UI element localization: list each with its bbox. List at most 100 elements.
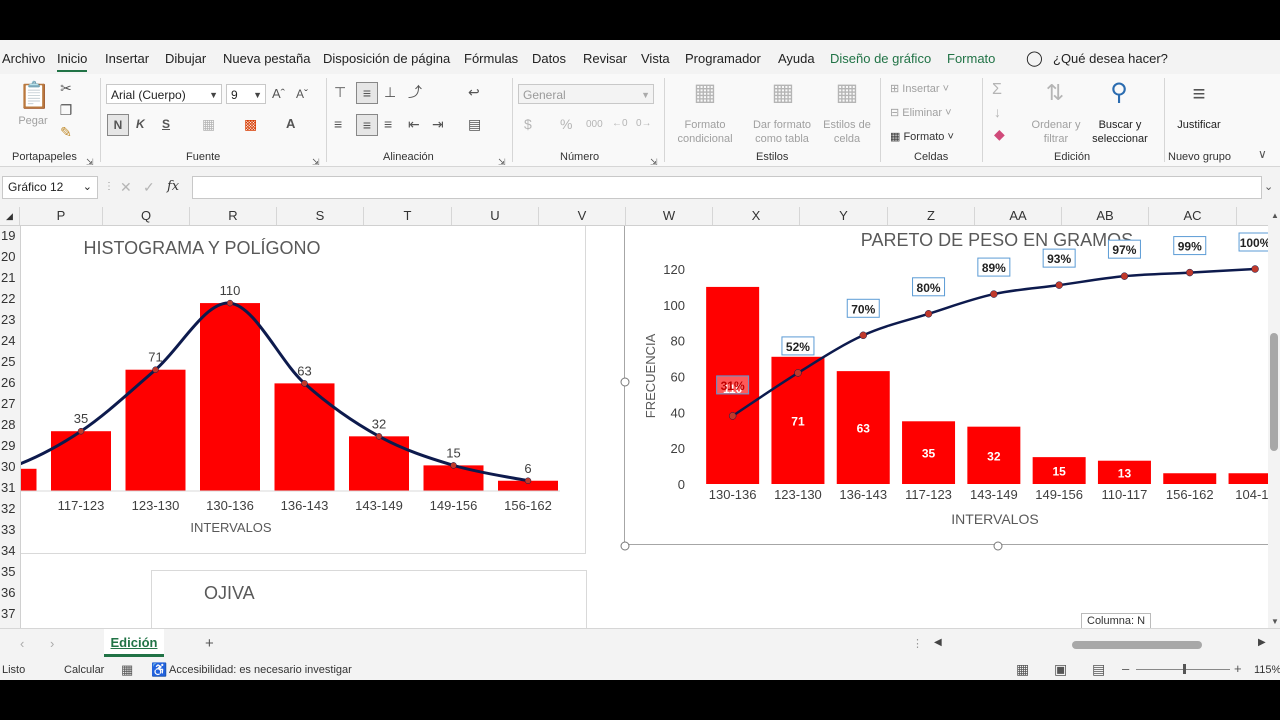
scroll-right-icon[interactable]: ▶ [1258,637,1266,648]
wrap-text-icon[interactable]: ↩ [468,84,480,100]
menu-vista[interactable]: Vista [641,51,670,66]
sort-filter-button[interactable]: Ordenar y filtrar [1028,118,1084,146]
menu-dibujar[interactable]: Dibujar [165,51,206,66]
increase-decimal-icon[interactable]: ←0 [612,116,628,132]
column-header[interactable]: AB [1062,207,1149,225]
paste-button[interactable]: Pegar [16,114,50,128]
menu-inicio[interactable]: Inicio [57,51,88,72]
column-header[interactable]: V [539,207,626,225]
row-header[interactable]: 24 [0,331,21,351]
column-header[interactable]: S [277,207,364,225]
bold-button[interactable]: N [107,114,129,136]
page-break-view-icon[interactable]: ▤ [1092,661,1105,678]
row-header[interactable]: 33 [0,520,21,540]
column-header[interactable]: AC [1149,207,1237,225]
name-box[interactable]: Gráfico 12 ⌄ [2,176,98,199]
align-bottom-icon[interactable]: ⊥ [384,84,396,100]
justify-icon[interactable]: ≡ [1184,80,1214,108]
format-as-table-button[interactable]: Dar formato como tabla [746,118,818,146]
column-header[interactable]: R [190,207,277,225]
insert-cells-button[interactable]: ⊞ Insertar ˅ [890,82,949,96]
zoom-in-button[interactable]: + [1234,661,1242,676]
fill-icon[interactable]: ↓ [994,104,1001,120]
worksheet-grid[interactable]: HISTOGRAMA Y POLÍGONO 357111063321561711… [21,226,1273,628]
paste-icon[interactable]: 📋 [18,80,50,110]
scroll-left-icon[interactable]: ◀ [934,637,942,648]
dialog-launcher-icon[interactable]: ⇲ [312,154,320,170]
scroll-down-icon[interactable]: ▼ [1271,617,1279,626]
column-header[interactable]: W [626,207,713,225]
cancel-icon[interactable]: ✕ [120,179,132,195]
chart-resize-handle[interactable] [620,541,630,551]
sheet-tab-edicion[interactable]: Edición [104,629,164,657]
next-sheet-icon[interactable]: › [50,636,54,651]
menu-diseno-grafico[interactable]: Diseño de gráfico [830,51,931,66]
row-header[interactable]: 35 [0,562,21,582]
autosum-icon[interactable]: Σ [992,82,1002,98]
insert-function-icon[interactable]: fx [167,179,179,195]
row-header[interactable]: 25 [0,352,21,372]
column-header[interactable]: P [20,207,103,225]
dialog-launcher-icon[interactable]: ⇲ [498,154,506,170]
select-all-corner[interactable]: ◢ [0,207,20,225]
column-header[interactable]: Z [888,207,975,225]
underline-button[interactable]: S [162,116,170,132]
dialog-launcher-icon[interactable]: ⇲ [86,154,94,170]
zoom-level[interactable]: 115% [1254,664,1280,676]
menu-programador[interactable]: Programador [685,51,761,66]
align-middle-icon[interactable]: ≡ [356,82,378,104]
row-header[interactable]: 34 [0,541,21,561]
ojiva-chart[interactable]: OJIVA [151,570,587,628]
histogram-chart[interactable]: HISTOGRAMA Y POLÍGONO 357111063321561711… [21,226,586,554]
menu-revisar[interactable]: Revisar [583,51,627,66]
expand-formula-icon[interactable]: ⌄ [1264,179,1273,195]
column-header[interactable]: U [452,207,539,225]
decrease-decimal-icon[interactable]: 0→ [636,116,652,132]
column-header[interactable]: T [364,207,452,225]
row-header[interactable]: 27 [0,394,21,414]
column-header[interactable]: X [713,207,800,225]
menu-insertar[interactable]: Insertar [105,51,149,66]
align-right-icon[interactable]: ≡ [384,116,392,132]
find-select-button[interactable]: Buscar y seleccionar [1084,118,1156,146]
row-header[interactable]: 23 [0,310,21,330]
vertical-scroll-thumb[interactable] [1270,333,1278,451]
chart-resize-handle[interactable] [993,541,1003,551]
fill-color-icon[interactable]: ▩ [244,116,257,132]
row-header[interactable]: 30 [0,457,21,477]
menu-formulas[interactable]: Fórmulas [464,51,518,66]
row-header[interactable]: 31 [0,478,21,498]
row-header[interactable]: 21 [0,268,21,288]
percent-button[interactable]: % [560,116,572,132]
conditional-format-button[interactable]: Formato condicional [670,118,740,146]
format-as-table-icon[interactable]: ▦ [768,78,798,108]
cut-icon[interactable]: ✂ [58,80,74,96]
delete-cells-button[interactable]: ⊟ Eliminar ˅ [890,106,952,120]
increase-font-icon[interactable]: Aˆ [272,86,285,102]
menu-nueva-pestana[interactable]: Nueva pestaña [223,51,310,66]
thousands-button[interactable]: 000 [586,117,603,133]
align-center-icon[interactable]: ≡ [356,114,378,136]
dialog-launcher-icon[interactable]: ⇲ [650,154,658,170]
pareto-chart[interactable]: PARETO DE PESO EN GRAMOS FRECUENCIA 0 20 4… [620,226,1273,551]
menu-archivo[interactable]: Archivo [2,51,45,66]
formula-input[interactable] [192,176,1262,199]
decrease-indent-icon[interactable]: ⇤ [408,116,420,132]
copy-icon[interactable]: ❐ [58,102,74,118]
justify-button[interactable]: Justificar [1172,118,1226,132]
row-header[interactable]: 19 [0,226,21,246]
normal-view-icon[interactable]: ▦ [1016,661,1029,678]
border-icon[interactable]: ▦ [202,116,215,132]
cell-styles-button[interactable]: Estilos de celda [820,118,874,146]
status-accessibility[interactable]: Accesibilidad: es necesario investigar [169,664,352,676]
status-calculate[interactable]: Calcular [64,664,104,676]
tell-me-search[interactable]: ¿Qué desea hacer? [1053,51,1168,66]
conditional-format-icon[interactable]: ▦ [690,78,720,108]
prev-sheet-icon[interactable]: ‹ [20,636,24,651]
scroll-up-icon[interactable]: ▲ [1271,211,1279,220]
currency-button[interactable]: $ [524,116,532,132]
merge-center-icon[interactable]: ▤ [468,116,481,132]
horizontal-scroll-thumb[interactable] [1072,641,1202,649]
italic-button[interactable]: K [136,116,145,132]
menu-ayuda[interactable]: Ayuda [778,51,815,66]
